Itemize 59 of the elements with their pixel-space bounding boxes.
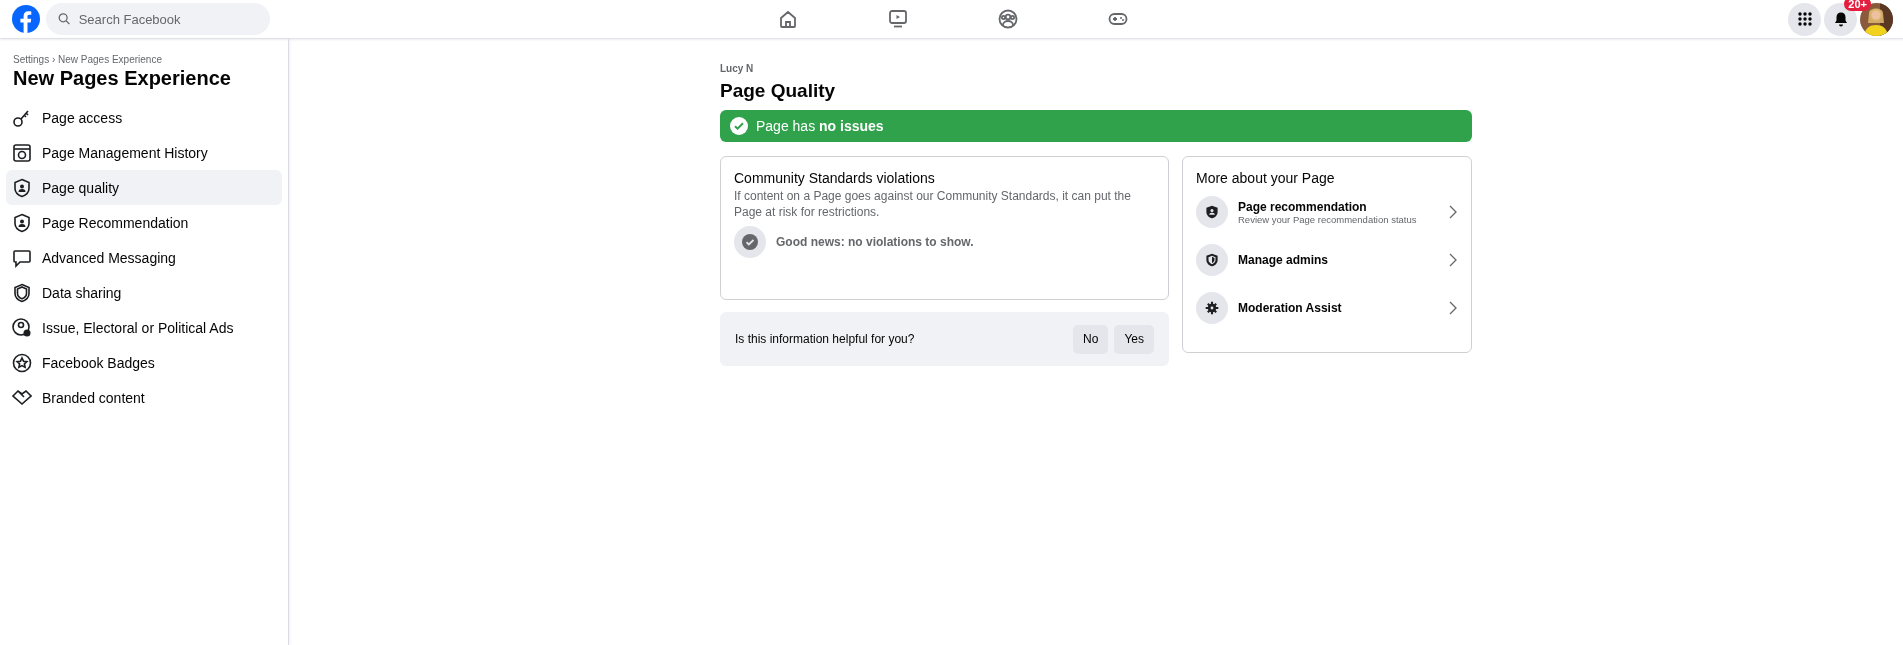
shield-person-icon bbox=[12, 177, 32, 198]
breadcrumb[interactable]: Settings › New Pages Experience bbox=[6, 54, 282, 65]
search-field[interactable]: Search Facebook bbox=[46, 3, 270, 35]
more-item[interactable]: Moderation Assist bbox=[1196, 284, 1458, 332]
more-item[interactable]: Manage admins bbox=[1196, 236, 1458, 284]
sidebar-item-label: Data sharing bbox=[42, 284, 122, 301]
feedback-button[interactable]: Yes bbox=[1114, 324, 1154, 354]
page-name: Lucy N bbox=[720, 63, 755, 74]
sidebar-item-label: Advanced Messaging bbox=[42, 249, 176, 266]
feedback-question: Is this information helpful for you? bbox=[735, 332, 916, 346]
check-circle-icon bbox=[730, 117, 748, 135]
shield-icon bbox=[1205, 253, 1219, 267]
card-title: Community Standards violations bbox=[734, 170, 936, 186]
sidebar-item-label: Page access bbox=[42, 109, 123, 126]
chevron-right-icon bbox=[1448, 252, 1458, 268]
page-title: Page Quality bbox=[720, 80, 837, 102]
history-icon bbox=[12, 142, 32, 163]
sidebar-item[interactable]: Issue, Electoral or Political Ads bbox=[6, 310, 282, 345]
star-badge-icon bbox=[12, 352, 32, 373]
sidebar-item-label: Page Management History bbox=[42, 144, 208, 161]
sidebar-title: New Pages Experience bbox=[13, 67, 232, 90]
sidebar-item-label: Page Recommendation bbox=[42, 214, 189, 231]
more-item-title: Manage admins bbox=[1238, 253, 1330, 267]
result-text: Good news: no violations to show. bbox=[776, 235, 974, 249]
sidebar-item-label: Facebook Badges bbox=[42, 354, 155, 371]
shield-person-icon bbox=[1205, 205, 1219, 219]
menu-icon[interactable] bbox=[1788, 2, 1821, 36]
sidebar-item-label: Page quality bbox=[42, 179, 120, 196]
search-icon bbox=[58, 12, 71, 26]
gear-icon bbox=[1205, 301, 1219, 315]
status-text: Page has no issues bbox=[756, 118, 884, 134]
sidebar-item[interactable]: Page Recommendation bbox=[6, 205, 282, 240]
more-item-title: Moderation Assist bbox=[1238, 301, 1343, 315]
sidebar-item[interactable]: Data sharing bbox=[6, 275, 282, 310]
sidebar-item[interactable]: Page quality bbox=[6, 170, 282, 205]
sidebar-item-label: Issue, Electoral or Political Ads bbox=[42, 319, 234, 336]
sidebar-item[interactable]: Advanced Messaging bbox=[6, 240, 282, 275]
chevron-right-icon bbox=[1448, 300, 1458, 316]
more-item-subtitle: Review your Page recommendation status bbox=[1238, 213, 1418, 225]
check-circle-icon bbox=[734, 226, 766, 258]
more-item-title: Page recommendation bbox=[1238, 199, 1368, 214]
sidebar-item[interactable]: Facebook Badges bbox=[6, 345, 282, 380]
notification-count: 20+ bbox=[1844, 0, 1871, 11]
sidebar-item[interactable]: Page Management History bbox=[6, 135, 282, 170]
shield-icon bbox=[12, 282, 32, 303]
sidebar-item[interactable]: Page access bbox=[6, 100, 282, 135]
sidebar-item-label: Branded content bbox=[42, 389, 145, 406]
speech-bubble-icon bbox=[12, 247, 32, 268]
facebook-logo[interactable] bbox=[12, 5, 40, 33]
card-description: If content on a Page goes against our Community Standards, it can put the Page at risk for restrictions. bbox=[734, 188, 1132, 220]
bell-icon bbox=[1832, 11, 1849, 27]
chevron-right-icon bbox=[1448, 204, 1458, 220]
search-input[interactable]: Search Facebook bbox=[76, 10, 258, 28]
card-title: More about your Page bbox=[1196, 170, 1336, 186]
shield-person-icon bbox=[12, 212, 32, 233]
sidebar-item[interactable]: Branded content bbox=[6, 380, 282, 415]
more-item[interactable]: Page recommendation Review your Page recommendation status bbox=[1196, 188, 1458, 236]
feedback-button[interactable]: No bbox=[1073, 324, 1109, 354]
person-gear-icon bbox=[12, 317, 32, 338]
